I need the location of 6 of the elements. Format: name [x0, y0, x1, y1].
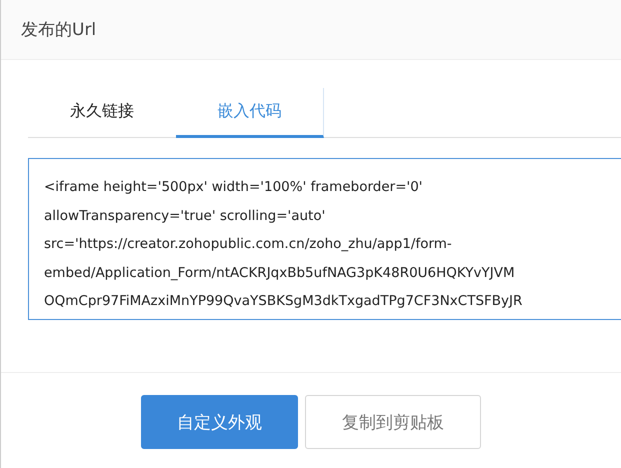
tab[interactable]: 永久链接 — [28, 88, 176, 138]
customize-button[interactable]: 自定义外观 — [141, 395, 298, 449]
dialog-title: 发布的Url — [21, 19, 96, 41]
tab[interactable]: 嵌入代码 — [176, 88, 324, 138]
copy-button[interactable]: 复制到剪贴板 — [305, 395, 481, 449]
embed-code-field[interactable]: <iframe height='500px' width='100%' frameborder='0' allowTransparency='true' scrolling='auto' src='https://creator.zohopublic.com.cn/zoho_zhu/app1/form- embed/Application_Form/ntACKRJqxBb5ufNAG3pK48R0U6HQKYvYJVM OQmCpr97FiMAzxiMnYP99QvaYSBKSgM3dkTxgadTPg7CF3NxCTSFByJR — [28, 158, 621, 320]
